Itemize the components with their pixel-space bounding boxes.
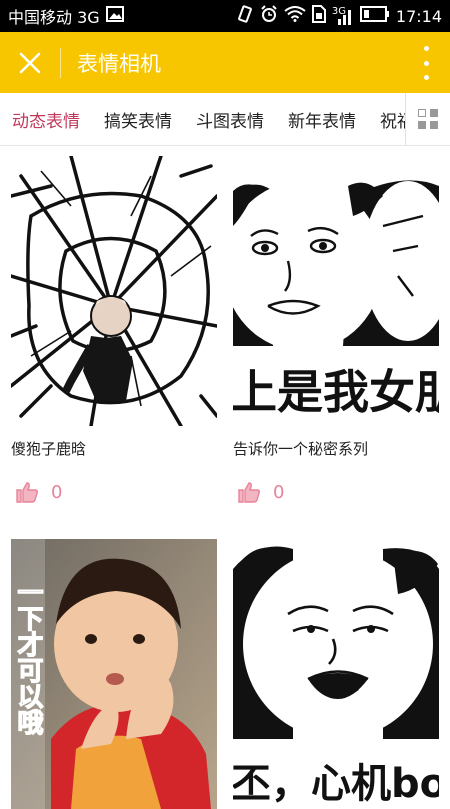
status-bar: 中国移动 3G 3G 17:14 — [0, 0, 450, 32]
alarm-icon — [260, 5, 278, 27]
app-bar-divider — [60, 47, 61, 78]
carrier-label: 中国移动 3G — [8, 8, 100, 27]
thumbs-up-icon — [238, 482, 261, 503]
category-tabs: 动态表情 搞笑表情 斗图表情 新年表情 祝福 — [0, 93, 450, 146]
clock-label: 17:14 — [395, 6, 442, 26]
wifi-icon — [284, 6, 306, 26]
more-options-button[interactable] — [416, 46, 436, 80]
tab-new-year[interactable]: 新年表情 — [288, 93, 356, 145]
like-button[interactable]: 0 — [15, 481, 62, 503]
tab-funny[interactable]: 搞笑表情 — [104, 93, 172, 145]
signal-icon: 3G — [332, 7, 354, 25]
sticker-caption: 告诉你一个秘密系列 — [233, 440, 369, 458]
more-vertical-icon — [423, 46, 429, 51]
sticker-caption: 傻狍子鹿晗 — [11, 440, 87, 458]
app-bar: 表情相机 — [0, 32, 450, 93]
battery-icon — [359, 6, 390, 26]
tab-dynamic[interactable]: 动态表情 — [12, 93, 80, 145]
sticker-overlay-text: 丕，心机boy — [233, 761, 439, 807]
tab-battle[interactable]: 斗图表情 — [196, 93, 264, 145]
close-button[interactable] — [0, 32, 60, 93]
close-icon — [19, 52, 41, 73]
sim-icon — [311, 5, 326, 27]
like-count: 0 — [273, 481, 285, 503]
like-count: 0 — [51, 481, 63, 503]
vibrate-icon — [236, 5, 254, 27]
like-button[interactable]: 0 — [237, 481, 284, 503]
sticker-image-panda-boy[interactable]: 丕，心机boy — [233, 539, 439, 809]
thumbs-up-icon — [16, 482, 39, 503]
page-title: 表情相机 — [77, 51, 161, 76]
sticker-overlay-text: 一下才可以哦 — [13, 579, 43, 736]
sticker-overlay-text: 上是我女朋 — [233, 365, 439, 419]
gallery-notification-icon — [105, 6, 124, 26]
sticker-image-child[interactable]: 一下才可以哦 — [11, 539, 217, 809]
grid-icon — [418, 109, 438, 129]
sticker-image-panda-secret[interactable]: 上是我女朋 — [233, 156, 439, 426]
sticker-image-cracked-glass[interactable] — [11, 156, 217, 426]
all-categories-button[interactable] — [405, 93, 450, 145]
